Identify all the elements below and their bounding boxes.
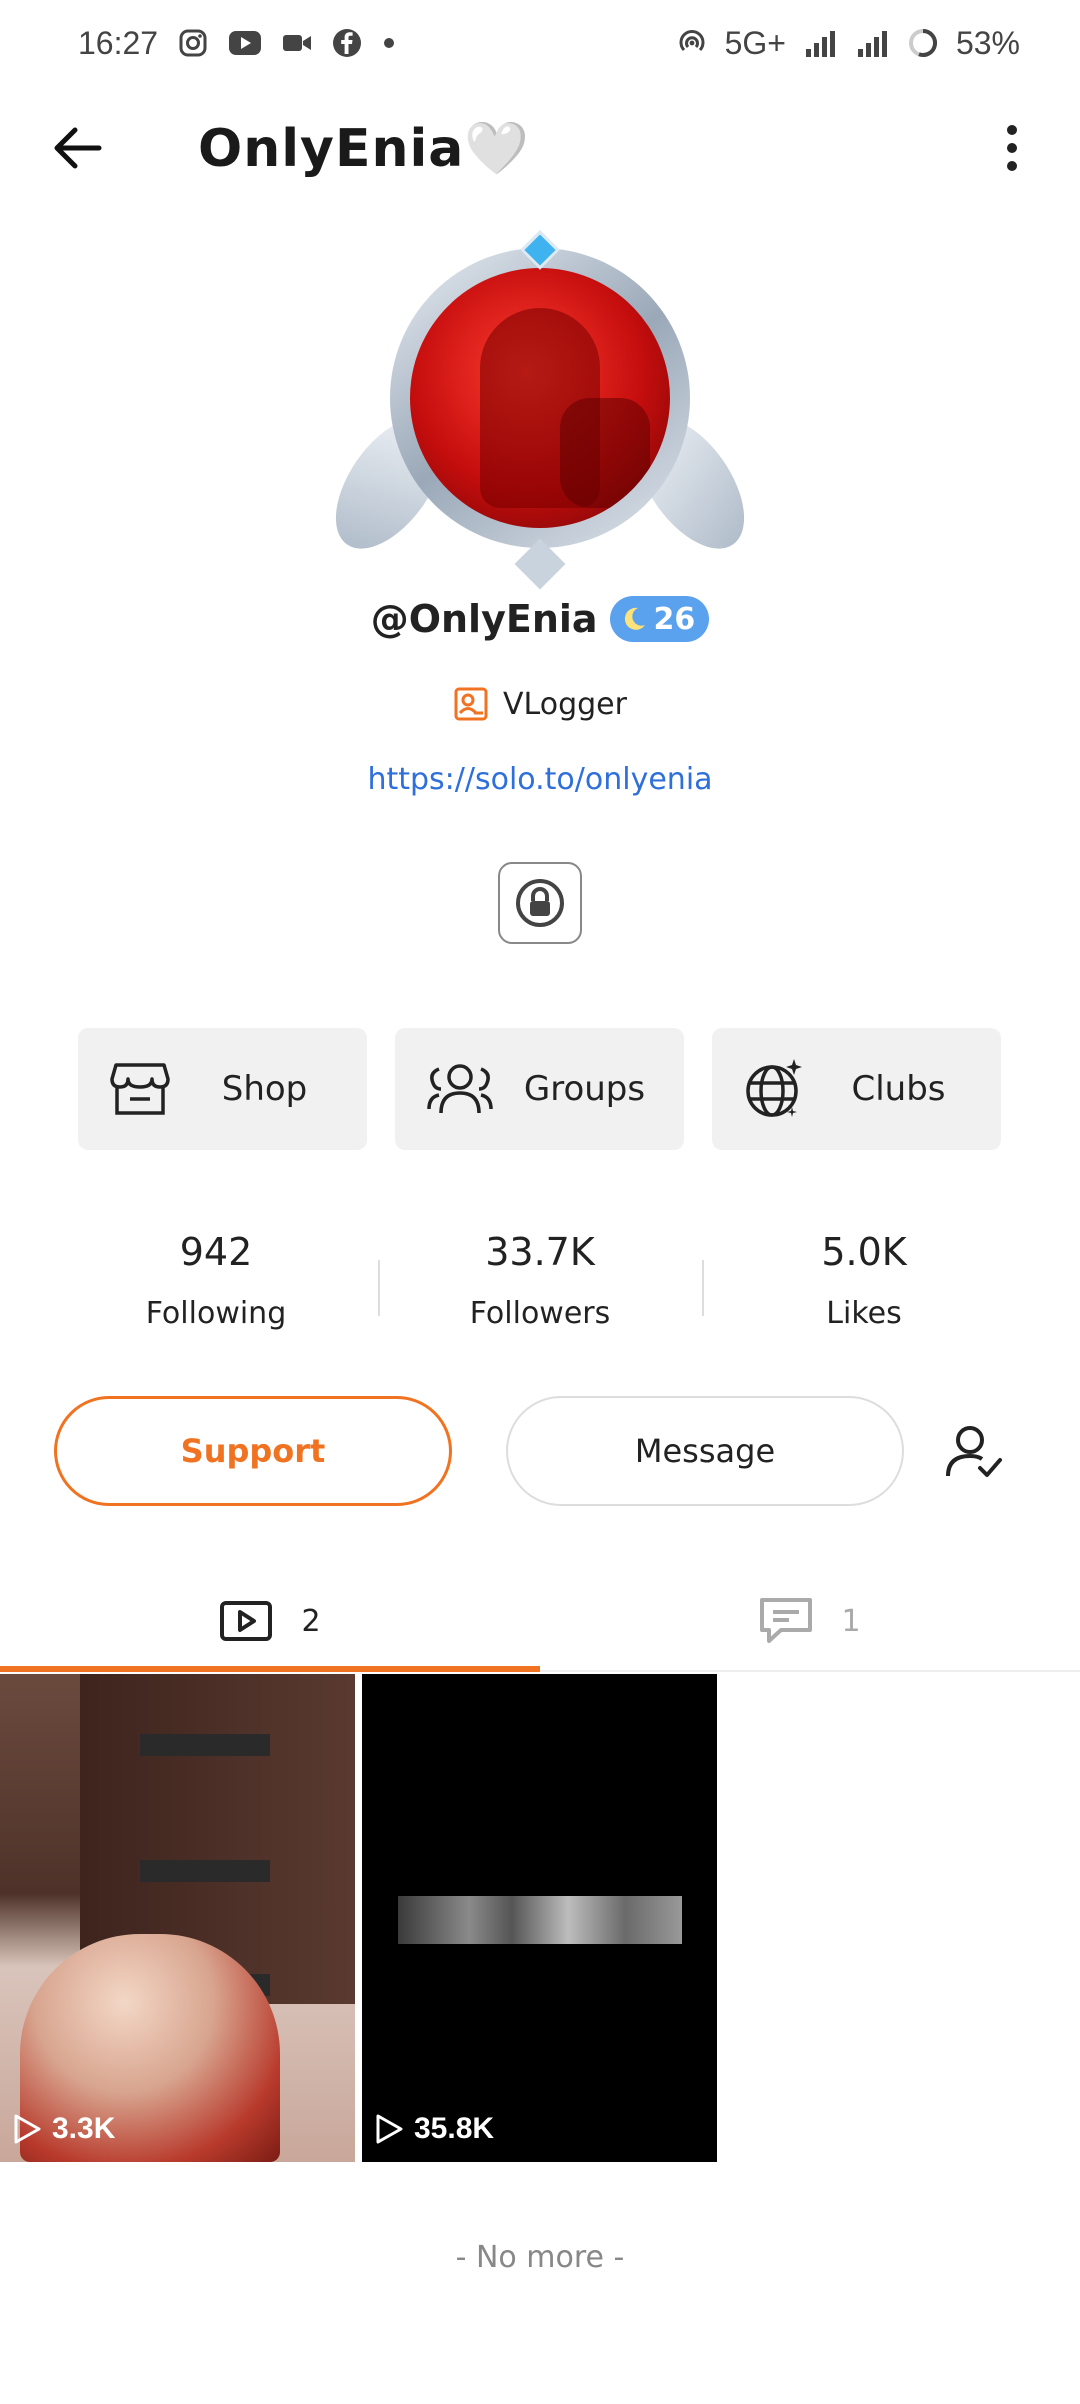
profile-actions: Support Message bbox=[54, 1396, 1026, 1506]
followers-count: 33.7K bbox=[485, 1230, 595, 1274]
video-views: 35.8K bbox=[374, 2112, 494, 2146]
moon-icon bbox=[624, 607, 645, 630]
instagram-icon bbox=[178, 28, 208, 58]
bio-link-row: https://solo.to/onlyenia bbox=[0, 762, 1080, 797]
video-icon bbox=[220, 1601, 273, 1641]
clubs-button[interactable]: Clubs bbox=[712, 1028, 1001, 1150]
following-count: 942 bbox=[179, 1230, 253, 1274]
youtube-icon bbox=[228, 30, 262, 56]
signal-icon bbox=[804, 29, 838, 57]
support-button[interactable]: Support bbox=[54, 1396, 452, 1506]
back-button[interactable] bbox=[46, 116, 110, 180]
avatar-photo bbox=[410, 268, 670, 528]
shop-button[interactable]: Shop bbox=[78, 1028, 367, 1150]
video-thumbnail[interactable]: 35.8K bbox=[362, 1674, 717, 2162]
stat-following[interactable]: 942 Following bbox=[54, 1222, 378, 1331]
private-lock-button[interactable] bbox=[498, 862, 582, 944]
role-label: VLogger bbox=[503, 686, 627, 722]
video-call-icon bbox=[282, 32, 312, 54]
following-status-button[interactable] bbox=[938, 1416, 1010, 1488]
following-label: Following bbox=[145, 1296, 287, 1331]
arrow-left-icon bbox=[54, 127, 102, 169]
more-options-button[interactable] bbox=[980, 116, 1044, 180]
comment-icon bbox=[760, 1598, 813, 1643]
end-of-list-text: - No more - bbox=[455, 2240, 625, 2275]
likes-label: Likes bbox=[826, 1296, 902, 1331]
diamond-icon bbox=[520, 230, 560, 270]
likes-count: 5.0K bbox=[821, 1230, 907, 1274]
level-badge[interactable]: 26 bbox=[609, 596, 710, 642]
video-views: 3.3K bbox=[12, 2112, 115, 2146]
stat-likes[interactable]: 5.0K Likes bbox=[702, 1222, 1026, 1331]
views-count: 35.8K bbox=[414, 2112, 495, 2145]
tab-videos[interactable]: 2 bbox=[0, 1572, 540, 1672]
lock-icon bbox=[516, 879, 564, 927]
play-icon bbox=[376, 2114, 403, 2144]
dot-icon bbox=[382, 36, 396, 50]
bio-link[interactable]: https://solo.to/onlyenia bbox=[367, 762, 712, 797]
store-icon bbox=[110, 1063, 170, 1115]
active-tab-indicator bbox=[0, 1666, 540, 1672]
shop-label: Shop bbox=[221, 1069, 308, 1109]
play-icon bbox=[14, 2114, 41, 2144]
user-check-icon bbox=[946, 1426, 1002, 1477]
page-title: OnlyEnia🤍 bbox=[198, 119, 531, 179]
avatar[interactable] bbox=[314, 218, 766, 590]
feature-buttons: Shop Groups Clubs bbox=[78, 1028, 1002, 1150]
video-thumbnail[interactable]: 3.3K bbox=[0, 1674, 355, 2162]
facebook-icon bbox=[332, 28, 362, 58]
globe-icon bbox=[746, 1059, 802, 1117]
level-value: 26 bbox=[653, 601, 696, 637]
crown-decoration bbox=[500, 218, 580, 278]
username-row: @OnlyEnia 26 bbox=[0, 596, 1080, 642]
role-row: VLogger bbox=[0, 686, 1080, 722]
hotspot-icon bbox=[677, 28, 707, 58]
clubs-label: Clubs bbox=[851, 1069, 946, 1109]
people-icon bbox=[427, 1064, 493, 1114]
battery-level: 53% bbox=[955, 24, 1020, 61]
tab-comments[interactable]: 1 bbox=[540, 1572, 1080, 1670]
status-bar: 16:27 5G+ 53% bbox=[0, 0, 1080, 86]
id-card-icon bbox=[454, 687, 488, 721]
message-button[interactable]: Message bbox=[506, 1396, 904, 1506]
signal-icon-2 bbox=[856, 29, 890, 57]
battery-icon bbox=[908, 28, 938, 58]
videos-count: 2 bbox=[301, 1603, 321, 1639]
groups-button[interactable]: Groups bbox=[395, 1028, 684, 1150]
comments-count: 1 bbox=[841, 1603, 861, 1639]
video-grid: 3.3K 35.8K bbox=[0, 1674, 1080, 2164]
status-time: 16:27 bbox=[78, 24, 159, 61]
groups-label: Groups bbox=[523, 1069, 646, 1109]
network-type: 5G+ bbox=[724, 24, 786, 61]
profile-header: OnlyEnia🤍 bbox=[0, 100, 1080, 196]
views-count: 3.3K bbox=[52, 2112, 116, 2145]
content-tabs: 2 1 bbox=[0, 1572, 1080, 1672]
followers-label: Followers bbox=[469, 1296, 611, 1331]
stat-followers[interactable]: 33.7K Followers bbox=[378, 1222, 702, 1331]
username: @OnlyEnia bbox=[370, 597, 598, 641]
profile-stats: 942 Following 33.7K Followers 5.0K Likes bbox=[0, 1222, 1080, 1331]
more-vertical-icon bbox=[1007, 125, 1017, 171]
